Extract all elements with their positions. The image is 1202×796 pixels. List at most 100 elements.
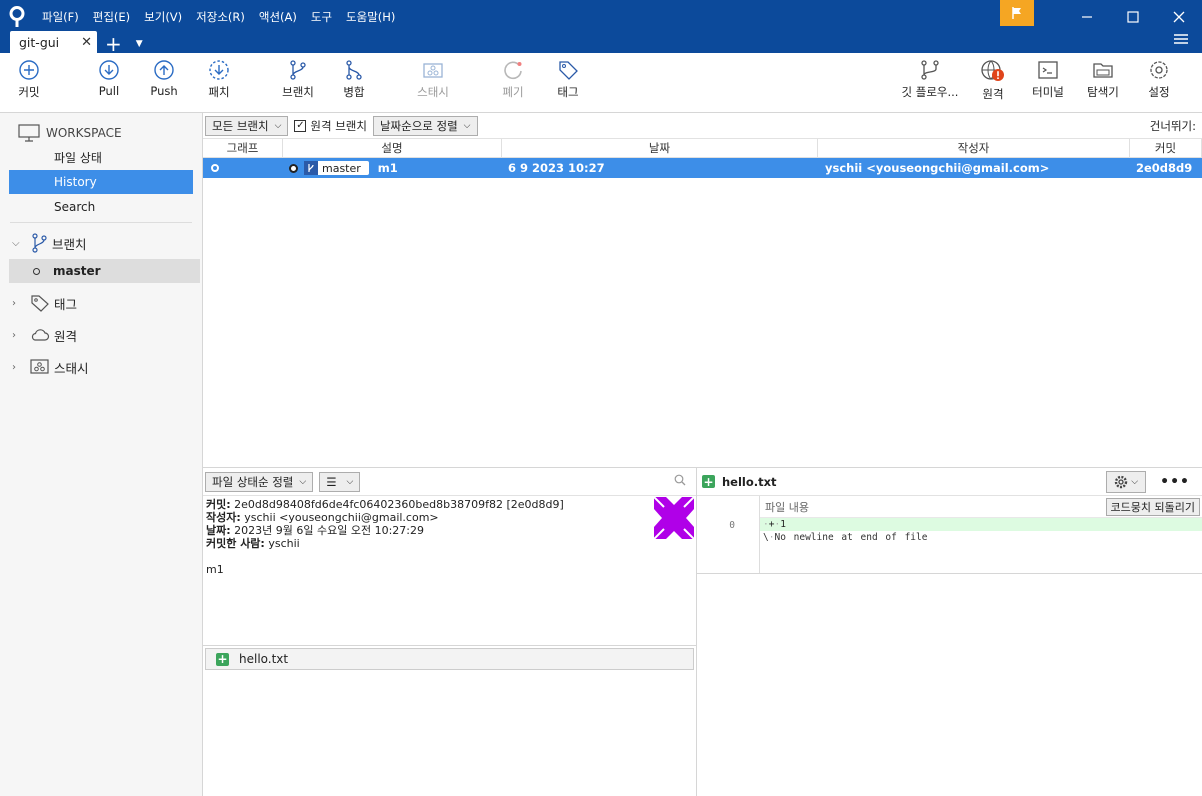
branch-label: 브랜치 — [282, 85, 314, 99]
remote-branches-checkbox[interactable]: ✓ 원격 브랜치 — [294, 118, 367, 134]
menu-view[interactable]: 보기(V) — [144, 9, 182, 25]
commit-details: 커밋: 2e0d8d98408fd6de4fc06402360bed8b3870… — [203, 496, 696, 646]
author-cell: yschii <youseongchii@gmail.com> — [818, 158, 1130, 178]
hamburger-menu-icon[interactable] — [1174, 33, 1188, 48]
chevron-right-icon[interactable]: › — [12, 298, 24, 309]
no-newline-text: No newline at end of file — [774, 532, 928, 543]
sidebar-item-label: Search — [54, 200, 96, 214]
explorer-button[interactable]: 탐색기 — [1073, 59, 1133, 100]
pull-button[interactable]: Pull — [79, 59, 139, 98]
branch-button[interactable]: 브랜치 — [268, 59, 328, 100]
close-window-button[interactable] — [1156, 0, 1202, 33]
sidebar-group-tags[interactable]: › 태그 — [0, 289, 202, 317]
new-tab-icon[interactable]: + — [105, 34, 122, 54]
patch-label: 패치 — [208, 85, 230, 99]
diff-options-button[interactable]: ⌵ — [1106, 470, 1147, 493]
file-name: hello.txt — [239, 652, 289, 666]
patch-button[interactable]: 패치 — [189, 59, 249, 100]
sidebar-group-stashes[interactable]: › 스태시 — [0, 353, 202, 381]
stash-icon — [423, 63, 443, 78]
push-button[interactable]: Push — [134, 59, 194, 98]
column-commit[interactable]: 커밋 — [1130, 139, 1202, 157]
terminal-button[interactable]: 터미널 — [1018, 59, 1078, 100]
stash-button[interactable]: 스태시 — [403, 59, 463, 100]
author-avatar-icon — [654, 497, 694, 539]
dropdown-value: 모든 브랜치 — [212, 118, 269, 133]
settings-button[interactable]: 설정 — [1129, 59, 1189, 100]
menu-actions[interactable]: 액션(A) — [259, 9, 297, 25]
file-sort-dropdown[interactable]: 파일 상태순 정렬 ⌵ — [205, 471, 314, 492]
menu-help[interactable]: 도움말(H) — [346, 9, 395, 25]
sidebar-item-search[interactable]: Search — [9, 195, 193, 219]
sidebar-group-remotes[interactable]: › 원격 — [0, 321, 202, 349]
close-tab-icon[interactable]: ✕ — [81, 35, 92, 50]
tag-button[interactable]: 태그 — [538, 59, 598, 100]
table-row[interactable]: master m1 6 9 2023 10:27 yschii <youseon… — [203, 158, 1202, 178]
column-graph[interactable]: 그래프 — [203, 139, 283, 157]
diff-code: 파일 내용 코드뭉치 되돌리기 · + · 1 \ · No newline at end… — [760, 496, 1202, 573]
menu-edit[interactable]: 편집(E) — [93, 9, 130, 25]
list-item[interactable]: + hello.txt — [205, 648, 694, 670]
stash-label: 스태시 — [417, 85, 449, 99]
no-newline-line: \ · No newline at end of file — [760, 531, 1202, 544]
menu-tools[interactable]: 도구 — [311, 9, 332, 25]
chevron-down-icon: ⌵ — [299, 476, 307, 487]
detail-value: yschii — [268, 537, 300, 550]
main-area: WORKSPACE 파일 상태 History Search ⌵ 브랜치 mas… — [0, 113, 1202, 796]
chevron-down-icon: ⌵ — [1131, 476, 1139, 487]
commit-message: m1 — [377, 161, 398, 175]
sidebar-divider — [10, 222, 192, 223]
list-view-dropdown[interactable]: ☰ ⌵ — [319, 471, 361, 492]
commit-node-icon — [289, 163, 298, 173]
tab-dropdown-icon[interactable]: ▼ — [136, 39, 143, 49]
gitflow-label: 깃 플로우... — [901, 85, 959, 99]
minimize-button[interactable] — [1064, 0, 1110, 33]
menu-repository[interactable]: 저장소(R) — [196, 9, 245, 25]
commit-author: yschii <youseongchii@gmail.com> — [825, 161, 1050, 175]
commit-date: 6 9 2023 10:27 — [508, 161, 605, 175]
push-label: Push — [150, 84, 178, 98]
sidebar-item-label: History — [54, 175, 97, 189]
sidebar-item-history[interactable]: History — [9, 170, 193, 194]
tag-label: 태그 — [557, 85, 579, 99]
chevron-down-icon[interactable]: ⌵ — [12, 238, 24, 249]
sort-order-dropdown[interactable]: 날짜순으로 정렬 ⌵ — [372, 115, 478, 136]
skip-label: 건너뛰기: — [1149, 118, 1196, 133]
chevron-right-icon[interactable]: › — [12, 330, 24, 341]
graph-cell — [203, 158, 283, 178]
commit-table: 그래프 설명 날짜 작성자 커밋 master m1 6 9 2023 10:2… — [203, 139, 1202, 468]
menu-file[interactable]: 파일(F) — [42, 9, 79, 25]
flag-icon[interactable] — [1000, 0, 1034, 26]
branch-filter-dropdown[interactable]: 모든 브랜치 ⌵ — [205, 115, 289, 136]
commit-button[interactable]: 커밋 — [0, 59, 59, 100]
chevron-right-icon[interactable]: › — [12, 362, 24, 373]
detail-label: 날짜: — [206, 524, 231, 537]
detail-label: 커밋한 사람: — [206, 537, 265, 550]
maximize-button[interactable] — [1110, 0, 1156, 33]
remote-button[interactable]: 원격 — [963, 59, 1023, 102]
repo-tab[interactable]: git-gui ✕ — [10, 31, 97, 53]
search-icon[interactable] — [674, 474, 686, 489]
sidebar: WORKSPACE 파일 상태 History Search ⌵ 브랜치 mas… — [0, 113, 203, 796]
sidebar-group-branches[interactable]: ⌵ 브랜치 — [0, 229, 202, 257]
current-branch-icon — [33, 267, 40, 275]
tag-icon — [31, 295, 49, 312]
more-options-icon[interactable]: ••• — [1160, 474, 1190, 490]
column-date[interactable]: 날짜 — [502, 139, 818, 157]
discard-button[interactable]: 폐기 — [483, 59, 543, 100]
sidebar-item-file-status[interactable]: 파일 상태 — [9, 145, 193, 169]
sidebar-group-label: 브랜치 — [52, 236, 87, 252]
revert-hunk-button[interactable]: 코드뭉치 되돌리기 — [1105, 497, 1200, 516]
merge-button[interactable]: 병합 — [324, 59, 384, 100]
column-author[interactable]: 작성자 — [818, 139, 1130, 157]
sidebar-group-label: 원격 — [54, 328, 78, 344]
sidebar-item-label: 파일 상태 — [54, 150, 102, 165]
column-description[interactable]: 설명 — [283, 139, 502, 157]
discard-label: 폐기 — [502, 85, 524, 99]
date-cell: 6 9 2023 10:27 — [502, 158, 818, 178]
head-indicator-icon — [211, 164, 219, 172]
sidebar-branch-master[interactable]: master — [9, 259, 200, 283]
commit-table-header: 그래프 설명 날짜 작성자 커밋 — [203, 139, 1202, 158]
gitflow-button[interactable]: 깃 플로우... — [900, 59, 960, 100]
sidebar-group-label: 태그 — [54, 296, 78, 312]
